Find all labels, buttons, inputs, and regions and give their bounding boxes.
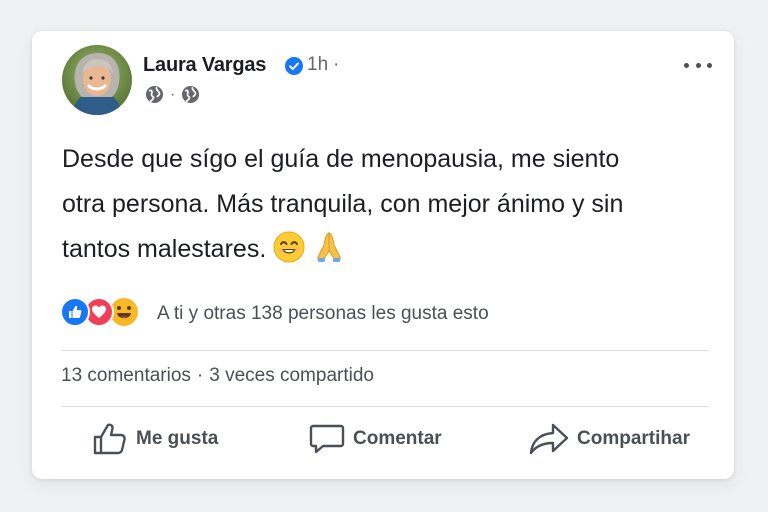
more-options-icon[interactable] bbox=[684, 55, 712, 75]
divider bbox=[61, 350, 709, 351]
post-time[interactable]: 1h bbox=[307, 54, 328, 76]
globe-icon[interactable] bbox=[145, 85, 164, 104]
like-reaction-icon bbox=[60, 297, 90, 327]
folded-hands-emoji bbox=[312, 231, 346, 278]
verified-badge-icon bbox=[285, 57, 303, 75]
post-text: Desde que sígo el guía de menopausia, me… bbox=[62, 137, 712, 278]
post-text-line: otra persona. Más tranquila, con mejor á… bbox=[62, 190, 624, 218]
share-arrow-icon bbox=[529, 423, 569, 455]
author-name[interactable]: Laura Vargas bbox=[143, 54, 266, 77]
share-button[interactable]: Compartihar bbox=[529, 422, 690, 456]
thumbs-up-icon bbox=[93, 423, 126, 455]
comment-bubble-icon bbox=[309, 424, 345, 454]
engagement-stats: 13 comentarios · 3 veces compartido bbox=[61, 365, 374, 387]
post-meta: · bbox=[145, 85, 200, 104]
globe-icon[interactable] bbox=[181, 85, 200, 104]
like-button-label: Me gusta bbox=[136, 428, 219, 449]
post-card: Laura Vargas 1h · · Desde que sígo el gu… bbox=[32, 31, 734, 479]
reaction-icons[interactable] bbox=[60, 296, 140, 328]
avatar[interactable] bbox=[62, 45, 132, 115]
reaction-summary[interactable]: A ti y otras 138 personas les gusta esto bbox=[157, 303, 489, 325]
divider bbox=[61, 406, 709, 407]
smiling-face-emoji bbox=[273, 231, 305, 278]
comments-count[interactable]: 13 comentarios bbox=[61, 365, 191, 386]
time-separator: · bbox=[333, 54, 340, 75]
share-button-label: Compartihar bbox=[577, 428, 690, 449]
post-text-line: tantos malestares. bbox=[62, 227, 712, 278]
like-button[interactable]: Me gusta bbox=[92, 422, 218, 456]
meta-separator: · bbox=[170, 85, 176, 103]
stats-separator: · bbox=[196, 365, 204, 386]
comment-button[interactable]: Comentar bbox=[309, 422, 442, 456]
post-text-line-end: tantos malestares. bbox=[62, 235, 267, 263]
post-text-line: Desde que sígo el guía de menopausia, me… bbox=[62, 145, 620, 173]
comment-button-label: Comentar bbox=[353, 428, 442, 449]
shares-count[interactable]: 3 veces compartido bbox=[209, 365, 374, 386]
